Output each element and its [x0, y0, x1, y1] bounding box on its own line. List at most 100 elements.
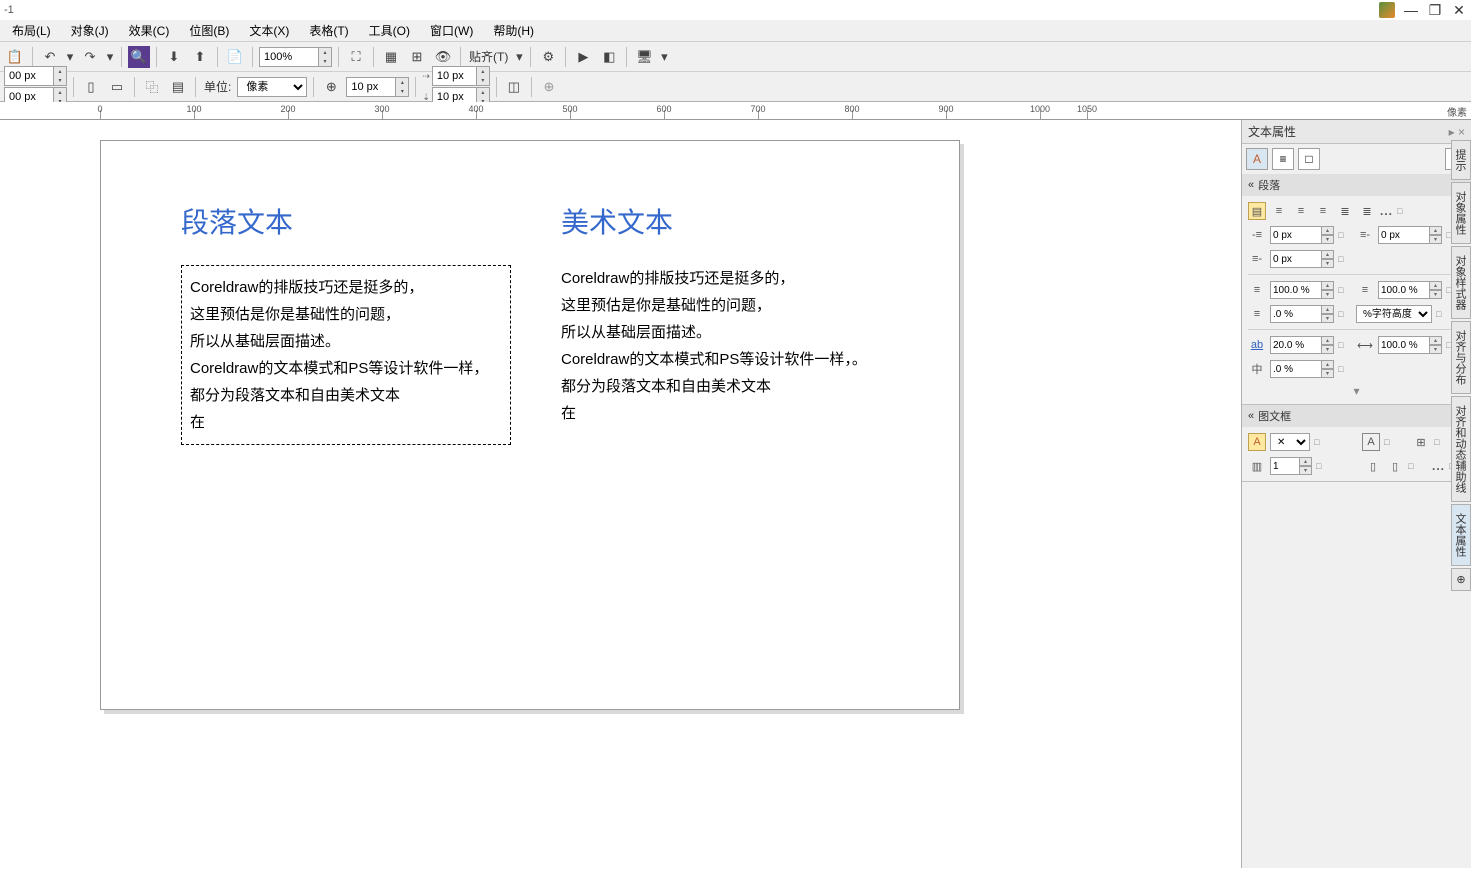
- align-justify-icon[interactable]: ≣: [1336, 202, 1354, 220]
- indent-first-input[interactable]: ▴▾: [1378, 226, 1442, 244]
- lang-spacing-input[interactable]: ▴▾: [1270, 360, 1334, 378]
- align-right-icon[interactable]: ≡: [1314, 202, 1332, 220]
- redo-icon[interactable]: ↷: [79, 46, 101, 68]
- align-left-icon[interactable]: ≡: [1270, 202, 1288, 220]
- frame-select[interactable]: ✕: [1270, 433, 1310, 451]
- grid-icon[interactable]: ▦: [380, 46, 402, 68]
- side-tab-add[interactable]: ⊕: [1451, 568, 1471, 591]
- para-tab-icon[interactable]: ≡: [1272, 148, 1294, 170]
- close-icon[interactable]: ✕: [1451, 2, 1467, 18]
- dup-y-icon: ⇣: [422, 92, 430, 103]
- add-icon[interactable]: ⊕: [538, 76, 560, 98]
- side-tab-align[interactable]: 对齐与分布: [1451, 321, 1471, 394]
- publish-icon[interactable]: 📄: [224, 46, 246, 68]
- menu-object[interactable]: 对象(J): [63, 20, 117, 41]
- indent-left-input[interactable]: ▴▾: [1270, 226, 1334, 244]
- import-icon[interactable]: ⬇: [163, 46, 185, 68]
- char-tab-icon[interactable]: A: [1246, 148, 1268, 170]
- zoom-input[interactable]: [259, 47, 319, 67]
- undo-icon[interactable]: ↶: [39, 46, 61, 68]
- align-center-icon[interactable]: ≡: [1292, 202, 1310, 220]
- zoom-combo[interactable]: ▴▾: [259, 47, 332, 67]
- char-spacing-icon: ab: [1248, 336, 1266, 354]
- export-icon[interactable]: ⬆: [189, 46, 211, 68]
- menu-bitmap[interactable]: 位图(B): [181, 20, 237, 41]
- menu-text[interactable]: 文本(X): [241, 20, 297, 41]
- dup-x-combo[interactable]: ▴▾: [432, 66, 490, 86]
- nudge-input[interactable]: [346, 77, 396, 97]
- options-icon[interactable]: ⚙: [537, 46, 559, 68]
- side-tab-styles[interactable]: 对象样式器: [1451, 246, 1471, 319]
- app-logo-icon: [1379, 2, 1395, 18]
- guides-icon[interactable]: ⊞: [406, 46, 428, 68]
- menu-table[interactable]: 表格(T): [301, 20, 356, 41]
- line-spacing-icon: ≡: [1248, 305, 1266, 323]
- dup-x-input[interactable]: [432, 66, 477, 86]
- dup-x-icon: ⇢: [422, 71, 430, 82]
- artistic-text[interactable]: Coreldraw的排版技巧还是挺多的，这里预估是你是基础性的问题，所以从基础层…: [561, 265, 879, 427]
- side-tab-guides[interactable]: 对齐和动态辅助线: [1451, 396, 1471, 502]
- menu-window[interactable]: 窗口(W): [422, 20, 481, 41]
- undo-dropdown-icon[interactable]: ▾: [65, 46, 75, 68]
- col-more-icon[interactable]: ...: [1432, 459, 1445, 473]
- text-properties-panel: 文本属性 ▸ × A ≡ □ ◉ « 段落 □ ▤ ≡ ≡ ≡ ≣: [1241, 120, 1471, 868]
- frame-wrap-icon[interactable]: ⊞: [1412, 433, 1430, 451]
- redo-dropdown-icon[interactable]: ▾: [105, 46, 115, 68]
- menu-effect[interactable]: 效果(C): [121, 20, 178, 41]
- fullscreen-icon[interactable]: ⛶: [345, 46, 367, 68]
- char-spacing-input[interactable]: ▴▾: [1270, 336, 1334, 354]
- lang-spacing-icon: 中: [1248, 360, 1266, 378]
- indent-right-input[interactable]: ▴▾: [1270, 250, 1334, 268]
- app-icon[interactable]: ◧: [598, 46, 620, 68]
- columns-input[interactable]: ▴▾: [1270, 457, 1312, 475]
- side-tab-textprops[interactable]: 文本属性: [1451, 504, 1471, 566]
- minimize-icon[interactable]: —: [1403, 2, 1419, 18]
- monitor-dropdown-icon[interactable]: ▾: [659, 46, 669, 68]
- collapse-frame-icon[interactable]: «: [1248, 410, 1254, 422]
- col-layout2-icon[interactable]: ▯: [1386, 457, 1404, 475]
- frame-valign-icon[interactable]: A: [1362, 433, 1380, 451]
- panel-close-icon[interactable]: ▸ ×: [1449, 125, 1465, 139]
- all-pages-icon[interactable]: ⿻: [141, 76, 163, 98]
- portrait-icon[interactable]: ▯: [80, 76, 102, 98]
- x-input[interactable]: [4, 66, 54, 86]
- menu-layout[interactable]: 布局(L): [4, 20, 59, 41]
- unit-label: 单位:: [204, 78, 231, 95]
- align-more-icon[interactable]: ...: [1380, 204, 1393, 218]
- nudge-combo[interactable]: ▴▾: [346, 77, 409, 97]
- side-tab-objprops[interactable]: 对象属性: [1451, 182, 1471, 244]
- before-spacing-input[interactable]: ▴▾: [1270, 281, 1334, 299]
- side-tab-hint[interactable]: 提示: [1451, 140, 1471, 180]
- launch-icon[interactable]: ▶: [572, 46, 594, 68]
- maximize-icon[interactable]: ❐: [1427, 2, 1443, 18]
- snap-dropdown-icon[interactable]: ▾: [514, 46, 524, 68]
- line-spacing-input[interactable]: ▴▾: [1270, 305, 1334, 323]
- paragraph-text-frame[interactable]: Coreldraw的排版技巧还是挺多的，这里预估是你是基础性的问题，所以从基础层…: [181, 265, 511, 445]
- monitor-icon[interactable]: 🖥: [633, 46, 655, 68]
- crop-icon[interactable]: ◫: [503, 76, 525, 98]
- preview-icon[interactable]: 👁: [432, 46, 454, 68]
- canvas-area[interactable]: 段落文本 Coreldraw的排版技巧还是挺多的，这里预估是你是基础性的问题，所…: [0, 120, 1241, 868]
- expand-icon[interactable]: ▾: [1353, 384, 1359, 398]
- unit-select[interactable]: 像素: [237, 77, 307, 97]
- menu-tools[interactable]: 工具(O): [361, 20, 418, 41]
- x-pos-combo[interactable]: ▴▾: [4, 66, 67, 86]
- landscape-icon[interactable]: ▭: [106, 76, 128, 98]
- frame-a-icon[interactable]: A: [1248, 433, 1266, 451]
- collapse-icon[interactable]: «: [1248, 179, 1254, 191]
- indent-left-icon: -≡: [1248, 226, 1266, 244]
- lock-icon[interactable]: □: [1397, 206, 1407, 216]
- search-icon[interactable]: 🔍: [128, 46, 150, 68]
- current-page-icon[interactable]: ▤: [167, 76, 189, 98]
- word-spacing-input[interactable]: ▴▾: [1378, 336, 1442, 354]
- line-unit-select[interactable]: %字符高度: [1356, 305, 1432, 323]
- after-spacing-input[interactable]: ▴▾: [1378, 281, 1442, 299]
- paste-icon[interactable]: 📋: [4, 46, 26, 68]
- panel-title: 文本属性: [1248, 123, 1296, 140]
- align-force-icon[interactable]: ≣: [1358, 202, 1376, 220]
- frame-tab-icon[interactable]: □: [1298, 148, 1320, 170]
- menu-help[interactable]: 帮助(H): [485, 20, 542, 41]
- align-none-icon[interactable]: ▤: [1248, 202, 1266, 220]
- snap-label[interactable]: 贴齐(T): [469, 48, 508, 65]
- col-layout1-icon[interactable]: ▯: [1364, 457, 1382, 475]
